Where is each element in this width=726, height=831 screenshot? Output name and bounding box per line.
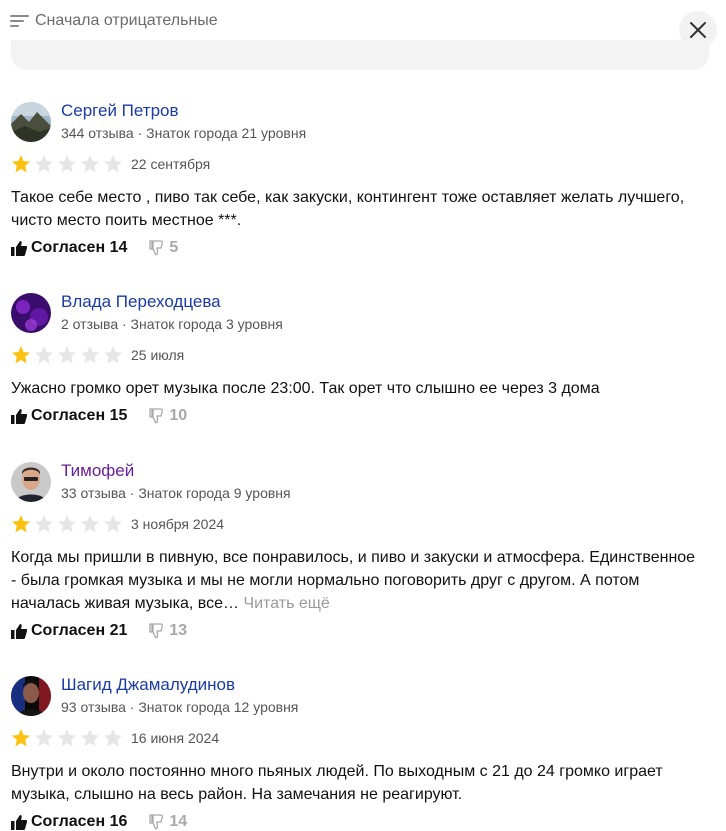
author-name[interactable]: Сергей Петров: [61, 101, 179, 121]
star-filled-icon: [12, 729, 30, 747]
disagree-count: 13: [169, 622, 188, 639]
agree-button[interactable]: Согласен 14: [11, 239, 127, 257]
close-icon: [690, 22, 706, 38]
sort-label: Сначала отрицательные: [35, 12, 218, 29]
disagree-button[interactable]: 10: [149, 407, 187, 425]
avatar[interactable]: [11, 462, 51, 502]
review-actions: Согласен 16 14: [11, 813, 187, 831]
review-actions: Согласен 15 10: [11, 407, 187, 425]
review-body: Когда мы пришли в пивную, все понравилос…: [11, 549, 696, 612]
review-actions: Согласен 21 13: [11, 622, 187, 640]
review-text: Внутри и около постоянно много пьяных лю…: [11, 760, 701, 806]
review-body: Такое себе место , пиво так себе, как за…: [11, 189, 685, 229]
review-body: Ужасно громко орет музыка после 23:00. Т…: [11, 380, 600, 397]
agree-label: Согласен 14: [31, 239, 128, 256]
star-empty-icon: [81, 155, 99, 173]
rating-summary-strip: [11, 40, 709, 70]
star-empty-icon: [81, 729, 99, 747]
thumbs-down-icon: [149, 623, 164, 639]
author-name[interactable]: Влада Переходцева: [61, 292, 221, 312]
thumbs-down-icon: [149, 814, 164, 830]
rating-stars: [11, 154, 123, 174]
star-filled-icon: [12, 155, 30, 173]
author-meta: 344 отзыва · Знаток города 21 уровня: [61, 125, 307, 141]
thumbs-up-icon: [11, 409, 27, 424]
review-date: 3 ноября 2024: [131, 516, 225, 532]
agree-label: Согласен 15: [31, 407, 128, 424]
star-empty-icon: [58, 515, 76, 533]
review-text: Такое себе место , пиво так себе, как за…: [11, 186, 701, 232]
disagree-count: 10: [169, 407, 188, 424]
disagree-count: 14: [169, 813, 188, 830]
star-empty-icon: [104, 346, 122, 364]
avatar[interactable]: [11, 102, 51, 142]
star-empty-icon: [58, 346, 76, 364]
review-card: Сергей Петров 344 отзыва · Знаток города…: [11, 101, 711, 272]
disagree-count: 5: [169, 239, 179, 256]
author-meta: 93 отзыва · Знаток города 12 уровня: [61, 699, 299, 715]
thumbs-up-icon: [11, 624, 27, 639]
star-empty-icon: [81, 346, 99, 364]
rating-stars: [11, 728, 123, 748]
review-card: Шагид Джамалудинов 93 отзыва · Знаток го…: [11, 675, 711, 830]
star-empty-icon: [104, 155, 122, 173]
author-meta: 2 отзыва · Знаток города 3 уровня: [61, 316, 283, 332]
thumbs-up-icon: [11, 815, 27, 830]
star-empty-icon: [104, 515, 122, 533]
star-empty-icon: [35, 346, 53, 364]
star-empty-icon: [104, 729, 122, 747]
disagree-button[interactable]: 5: [149, 239, 178, 257]
author-name[interactable]: Тимофей: [61, 461, 134, 481]
star-empty-icon: [58, 155, 76, 173]
avatar[interactable]: [11, 293, 51, 333]
star-empty-icon: [35, 729, 53, 747]
star-empty-icon: [35, 155, 53, 173]
star-filled-icon: [12, 346, 30, 364]
review-body: Внутри и около постоянно много пьяных лю…: [11, 763, 663, 803]
star-filled-icon: [12, 515, 30, 533]
star-empty-icon: [35, 515, 53, 533]
review-actions: Согласен 14 5: [11, 239, 178, 257]
avatar[interactable]: [11, 676, 51, 716]
author-name[interactable]: Шагид Джамалудинов: [61, 675, 235, 695]
agree-label: Согласен 21: [31, 622, 128, 639]
agree-button[interactable]: Согласен 15: [11, 407, 127, 425]
rating-stars: [11, 345, 123, 365]
review-card: Тимофей 33 отзыва · Знаток города 9 уров…: [11, 461, 711, 652]
author-meta: 33 отзыва · Знаток города 9 уровня: [61, 485, 291, 501]
review-text: Ужасно громко орет музыка после 23:00. Т…: [11, 377, 701, 400]
disagree-button[interactable]: 14: [149, 813, 187, 831]
agree-label: Согласен 16: [31, 813, 128, 830]
agree-button[interactable]: Согласен 16: [11, 813, 127, 831]
review-date: 25 июля: [131, 347, 185, 363]
sort-lines-icon: [10, 15, 29, 27]
review-card: Влада Переходцева 2 отзыва · Знаток горо…: [11, 292, 711, 433]
thumbs-up-icon: [11, 241, 27, 256]
sort-dropdown[interactable]: Сначала отрицательные: [10, 10, 218, 32]
review-date: 22 сентября: [131, 156, 211, 172]
agree-button[interactable]: Согласен 21: [11, 622, 127, 640]
thumbs-down-icon: [149, 240, 164, 256]
thumbs-down-icon: [149, 408, 164, 424]
disagree-button[interactable]: 13: [149, 622, 187, 640]
rating-stars: [11, 514, 123, 534]
review-date: 16 июня 2024: [131, 730, 220, 746]
read-more-link[interactable]: Читать ещё: [243, 595, 329, 612]
review-text: Когда мы пришли в пивную, все понравилос…: [11, 546, 701, 615]
star-empty-icon: [81, 515, 99, 533]
star-empty-icon: [58, 729, 76, 747]
